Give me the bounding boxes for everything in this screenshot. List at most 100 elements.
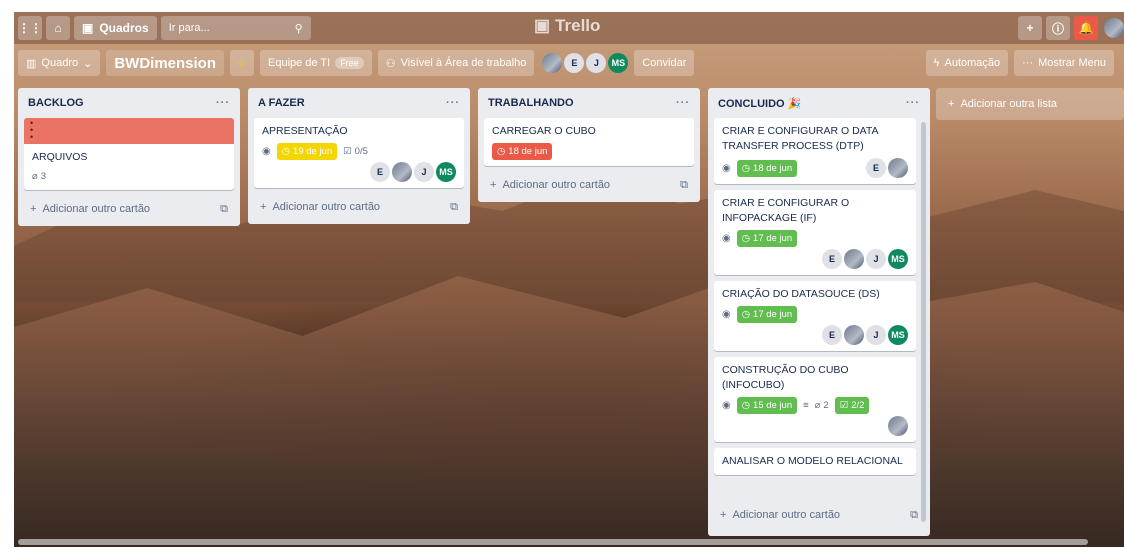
- list-menu-icon[interactable]: ···: [446, 97, 460, 109]
- member-avatar-j[interactable]: J: [866, 325, 886, 345]
- card-dtp[interactable]: CRIAR E CONFIGURAR O DATA TRANSFER PROCE…: [714, 118, 916, 184]
- card-title: APRESENTAÇÃO: [262, 125, 348, 137]
- card-infopackage[interactable]: CRIAR E CONFIGURAR O INFOPACKAGE (IF) ◉ …: [714, 190, 916, 275]
- add-list-button[interactable]: + Adicionar outra lista: [936, 88, 1124, 120]
- board-view-label: Quadro: [41, 57, 79, 69]
- list-header[interactable]: A FAZER ···: [254, 88, 464, 118]
- free-badge: Free: [335, 57, 364, 69]
- member-avatar-e[interactable]: E: [564, 53, 585, 73]
- search-input[interactable]: Ir para... ⚲: [160, 16, 311, 40]
- add-card-button[interactable]: + Adicionar outro cartão ⧉: [254, 194, 464, 220]
- card-carregar-o-cubo[interactable]: CARREGAR O CUBO ◷ 18 de jun: [484, 118, 694, 166]
- list-menu-icon[interactable]: ···: [216, 97, 230, 109]
- add-card-button[interactable]: + Adicionar outro cartão ⧉: [484, 172, 694, 198]
- template-icon[interactable]: ⧉: [450, 201, 458, 214]
- list-header[interactable]: TRABALHANDO ···: [484, 88, 694, 118]
- checkbox-icon: ☑: [839, 400, 849, 411]
- card-members: E J MS: [722, 325, 908, 345]
- template-icon[interactable]: ⧉: [680, 179, 688, 192]
- member-avatar-e[interactable]: E: [822, 325, 842, 345]
- member-avatar-ms[interactable]: MS: [608, 53, 629, 73]
- list-title[interactable]: CONCLUIDO: [718, 98, 785, 110]
- member-avatar-e[interactable]: E: [370, 162, 390, 182]
- trello-logo[interactable]: ▣ Trello: [534, 16, 600, 36]
- due-date-badge[interactable]: ◷ 17 de jun: [736, 306, 798, 323]
- card-badges: ◷ 18 de jun: [492, 143, 686, 160]
- due-date-badge[interactable]: ◷ 15 de jun: [736, 397, 798, 414]
- member-avatar-photo[interactable]: [888, 158, 908, 178]
- list-title[interactable]: TRABALHANDO: [488, 97, 574, 109]
- board-view-switcher[interactable]: ▥ Quadro ⌄: [18, 50, 101, 76]
- plus-icon: +: [1026, 21, 1034, 35]
- top-bar: ⋮⋮ ⌂ ▣ Quadros Ir para... ⚲ ▣ Trello + ⓘ…: [14, 12, 1124, 44]
- member-avatar-j[interactable]: J: [414, 162, 434, 182]
- add-card-button[interactable]: + Adicionar outro cartão ⧉: [714, 502, 924, 528]
- member-avatar-ms[interactable]: MS: [888, 325, 908, 345]
- card-cover: • • •: [24, 118, 234, 144]
- checkbox-icon: ☑: [343, 146, 352, 157]
- show-menu-label: Mostrar Menu: [1038, 57, 1106, 69]
- attachment-badge: ⌀ 3: [32, 169, 46, 184]
- member-avatar-j[interactable]: J: [586, 53, 607, 73]
- invite-button[interactable]: Convidar: [634, 50, 695, 76]
- eye-icon: ◉: [722, 162, 731, 174]
- create-button[interactable]: +: [1018, 16, 1042, 40]
- member-avatar-ms[interactable]: MS: [888, 249, 908, 269]
- member-avatar-e[interactable]: E: [822, 249, 842, 269]
- list-title[interactable]: A FAZER: [258, 97, 305, 109]
- list-scrollbar[interactable]: [921, 122, 926, 522]
- list-a-fazer: A FAZER ··· APRESENTAÇÃO ◉ ◷ 19 de jun ☑…: [248, 88, 470, 224]
- boards-button[interactable]: ▣ Quadros: [74, 16, 157, 40]
- list-menu-icon[interactable]: ···: [906, 97, 920, 109]
- member-avatar-photo[interactable]: [888, 416, 908, 436]
- paperclip-icon: ⌀: [32, 171, 38, 182]
- due-date-badge[interactable]: ◷ 18 de jun: [736, 159, 798, 177]
- member-avatar-photo[interactable]: [844, 325, 864, 345]
- card-datasource[interactable]: CRIAÇÃO DO DATASOUCE (DS) ◉ ◷ 17 de jun …: [714, 281, 916, 351]
- due-date-badge[interactable]: ◷ 17 de jun: [736, 230, 798, 247]
- member-avatar-photo[interactable]: [542, 53, 563, 73]
- template-icon[interactable]: ⧉: [220, 203, 228, 216]
- template-icon[interactable]: ⧉: [910, 509, 918, 522]
- card-title: CRIAÇÃO DO DATASOUCE (DS): [722, 288, 880, 300]
- list-menu-icon[interactable]: ···: [676, 97, 690, 109]
- board-scrollbar[interactable]: [18, 539, 1088, 545]
- info-button[interactable]: ⓘ: [1046, 16, 1070, 40]
- team-button[interactable]: Equipe de TI Free: [260, 50, 372, 76]
- member-avatar-ms[interactable]: MS: [436, 162, 456, 182]
- account-avatar[interactable]: [1104, 18, 1124, 38]
- member-avatar-j[interactable]: J: [866, 249, 886, 269]
- card-arquivos[interactable]: • • • ARQUIVOS ⌀ 3: [24, 118, 234, 190]
- list-title[interactable]: BACKLOG: [28, 97, 84, 109]
- member-avatar-e[interactable]: E: [866, 158, 886, 178]
- bell-icon: 🔔: [1078, 21, 1094, 35]
- due-date-badge[interactable]: ◷ 19 de jun: [276, 143, 338, 160]
- card-badges: ⌀ 3: [32, 169, 226, 184]
- visibility-button[interactable]: ⚇ Visível à Área de trabalho: [377, 50, 535, 76]
- apps-button[interactable]: ⋮⋮: [18, 16, 42, 40]
- card-badges: ◉ ◷ 17 de jun: [722, 230, 908, 247]
- add-card-button[interactable]: + Adicionar outro cartão ⧉: [24, 196, 234, 222]
- automation-button[interactable]: ϟ Automação: [925, 50, 1009, 76]
- boards-label: Quadros: [99, 21, 149, 35]
- list-header[interactable]: BACKLOG ···: [24, 88, 234, 118]
- board-title[interactable]: BWDimension: [106, 50, 224, 76]
- due-date: 17 de jun: [753, 309, 793, 320]
- member-avatar-photo[interactable]: [392, 162, 412, 182]
- card-infocubo[interactable]: CONSTRUÇÃO DO CUBO (INFOCUBO) ◉ ◷ 15 de …: [714, 357, 916, 442]
- notifications-button[interactable]: 🔔: [1074, 16, 1098, 40]
- card-badges: ◉ ◷ 17 de jun: [722, 306, 908, 323]
- card-modelo-relacional[interactable]: ANALISAR O MODELO RELACIONAL: [714, 448, 916, 475]
- star-button[interactable]: ☆: [230, 50, 254, 76]
- due-date: 19 de jun: [293, 146, 333, 157]
- member-avatar-photo[interactable]: [844, 249, 864, 269]
- card-apresentacao[interactable]: APRESENTAÇÃO ◉ ◷ 19 de jun ☑ 0/5 E J MS: [254, 118, 464, 188]
- clock-icon: ◷: [497, 146, 506, 157]
- automation-label: Automação: [944, 57, 1001, 69]
- home-button[interactable]: ⌂: [46, 16, 70, 40]
- plus-icon: +: [490, 179, 497, 191]
- show-menu-button[interactable]: ··· Mostrar Menu: [1014, 50, 1114, 76]
- due-date-badge[interactable]: ◷ 18 de jun: [492, 143, 553, 160]
- card-title: CARREGAR O CUBO: [492, 125, 596, 137]
- list-header[interactable]: CONCLUIDO 🎉 ···: [714, 88, 924, 118]
